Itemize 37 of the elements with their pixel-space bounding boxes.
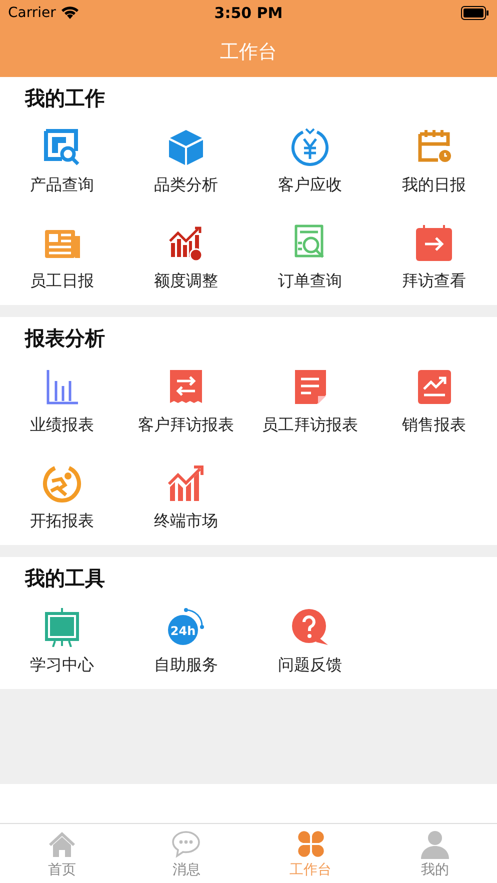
carrier-text: Carrier [8,5,56,21]
shortcut-label[interactable]: 员工拜访报表 [262,414,358,436]
wifi-icon [60,6,80,20]
section-title: 我的工作 [24,85,106,112]
growth-chart-icon [166,462,206,502]
shortcut-label[interactable]: 员工日报 [30,270,94,292]
battery-icon [461,6,489,20]
shortcut-label[interactable]: 客户拜访报表 [138,414,234,436]
shortcut-label[interactable]: 自助服务 [154,654,218,676]
search-icon [42,126,82,166]
shortcut-label[interactable]: 问题反馈 [278,654,342,676]
whiteboard-icon [42,606,82,646]
page-title: 工作台 [220,40,277,64]
section-title: 报表分析 [24,325,106,352]
shortcut-label[interactable]: 品类分析 [154,174,218,196]
shortcut-label[interactable]: 终端市场 [154,510,218,532]
clover-icon [296,828,326,858]
question-icon [290,606,330,646]
status-time: 3:50 PM [214,4,283,22]
person-icon [420,828,450,858]
tab-bar-item[interactable]: 我的 [372,824,497,883]
tab-bar-item[interactable]: 消息 [124,824,248,883]
chat-icon [171,828,202,858]
section-title: 我的工具 [24,565,106,592]
tab-bar-item[interactable]: 首页 [0,824,124,883]
shortcut-label[interactable]: 产品查询 [30,174,94,196]
coin-icon [290,126,330,166]
shortcut-label[interactable]: 开拓报表 [30,510,94,532]
shortcut-label[interactable]: 额度调整 [154,270,218,292]
shortcut-label[interactable]: 拜访查看 [402,270,466,292]
shortcut-label[interactable]: 订单查询 [278,270,342,292]
shortcut-label[interactable]: 客户应收 [278,174,342,196]
shortcut-label[interactable]: 业绩报表 [30,414,94,436]
calendar-arrow-icon [414,222,454,262]
shortcut-label[interactable]: 销售报表 [402,414,466,436]
shortcut-label[interactable]: 我的日报 [402,174,466,196]
shortcut-label[interactable]: 学习中心 [30,654,94,676]
